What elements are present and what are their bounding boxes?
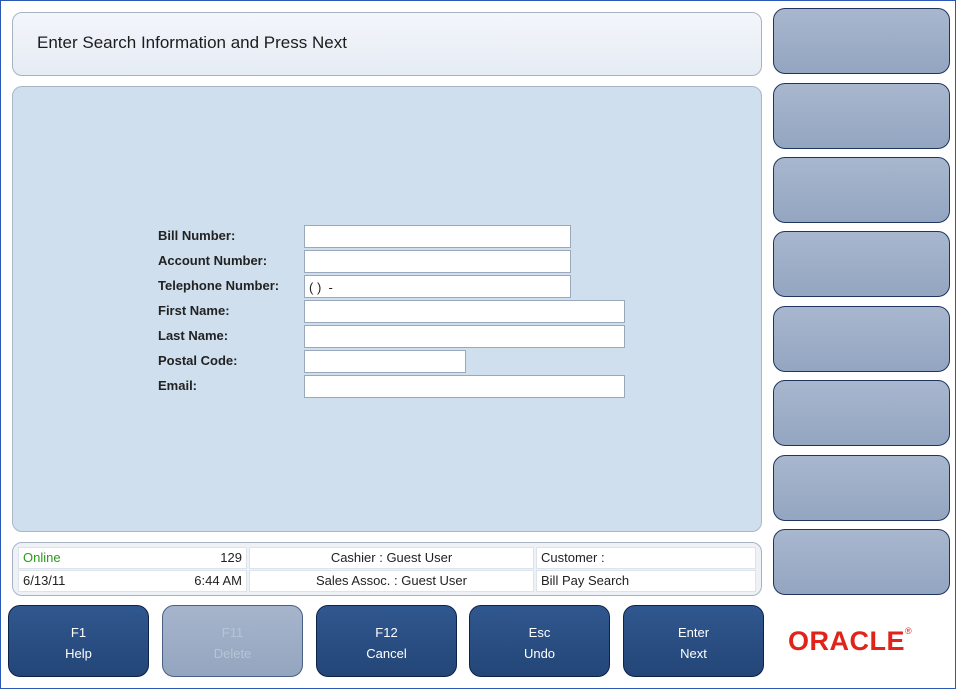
cancel-button[interactable]: F12 Cancel: [316, 605, 457, 677]
side-button-2[interactable]: [773, 83, 950, 149]
postal-code-field[interactable]: [304, 350, 466, 373]
side-button-5[interactable]: [773, 306, 950, 372]
help-action-label: Help: [65, 646, 92, 661]
bill-number-field[interactable]: [304, 225, 571, 248]
telephone-number-field[interactable]: ( ) -: [304, 275, 571, 298]
register-number: 129: [220, 550, 242, 565]
oracle-logo: ORACLE®: [788, 626, 943, 656]
last-name-label: Last Name:: [158, 328, 229, 343]
first-name-label: First Name:: [158, 303, 230, 318]
status-bar: Online 129 Cashier : Guest User Customer…: [12, 542, 762, 596]
status-time: 6:44 AM: [194, 573, 242, 588]
screen-name: Bill Pay Search: [536, 570, 756, 592]
email-label: Email:: [158, 378, 198, 393]
undo-key-label: Esc: [528, 625, 551, 640]
customer-info: Customer :: [536, 547, 756, 569]
help-button[interactable]: F1 Help: [8, 605, 149, 677]
side-button-1[interactable]: [773, 8, 950, 74]
delete-action-label: Delete: [213, 646, 252, 661]
undo-action-label: Undo: [523, 646, 556, 661]
delete-key-label: F11: [221, 625, 244, 640]
undo-button[interactable]: Esc Undo: [469, 605, 610, 677]
account-number-label: Account Number:: [158, 253, 268, 268]
side-button-3[interactable]: [773, 157, 950, 223]
last-name-field[interactable]: [304, 325, 625, 348]
cancel-key-label: F12: [375, 625, 398, 640]
prompt-text: Enter Search Information and Press Next: [37, 33, 347, 52]
online-status: Online: [23, 550, 61, 565]
email-field[interactable]: [304, 375, 625, 398]
side-button-7[interactable]: [773, 455, 950, 521]
registered-mark: ®: [905, 626, 913, 636]
help-key-label: F1: [70, 625, 87, 640]
search-form-panel: Bill Number: Account Number: Telephone N…: [12, 86, 762, 532]
next-action-label: Next: [680, 646, 707, 661]
account-number-field[interactable]: [304, 250, 571, 273]
telephone-number-label: Telephone Number:: [158, 278, 280, 293]
next-button[interactable]: Enter Next: [623, 605, 764, 677]
next-key-label: Enter: [677, 625, 710, 640]
side-button-6[interactable]: [773, 380, 950, 446]
status-row-2-left: 6/13/11 6:44 AM: [18, 570, 247, 592]
bill-number-label: Bill Number:: [158, 228, 236, 243]
first-name-field[interactable]: [304, 300, 625, 323]
postal-code-label: Postal Code:: [158, 353, 238, 368]
status-date: 6/13/11: [23, 573, 66, 588]
delete-button[interactable]: F11 Delete: [162, 605, 303, 677]
side-button-8[interactable]: [773, 529, 950, 595]
cancel-action-label: Cancel: [366, 646, 407, 661]
cashier-info: Cashier : Guest User: [249, 547, 534, 569]
oracle-logo-text: ORACLE: [788, 626, 905, 656]
side-button-4[interactable]: [773, 231, 950, 297]
prompt-area: Enter Search Information and Press Next: [12, 12, 762, 76]
status-row-1-left: Online 129: [18, 547, 247, 569]
sales-associate-info: Sales Assoc. : Guest User: [249, 570, 534, 592]
